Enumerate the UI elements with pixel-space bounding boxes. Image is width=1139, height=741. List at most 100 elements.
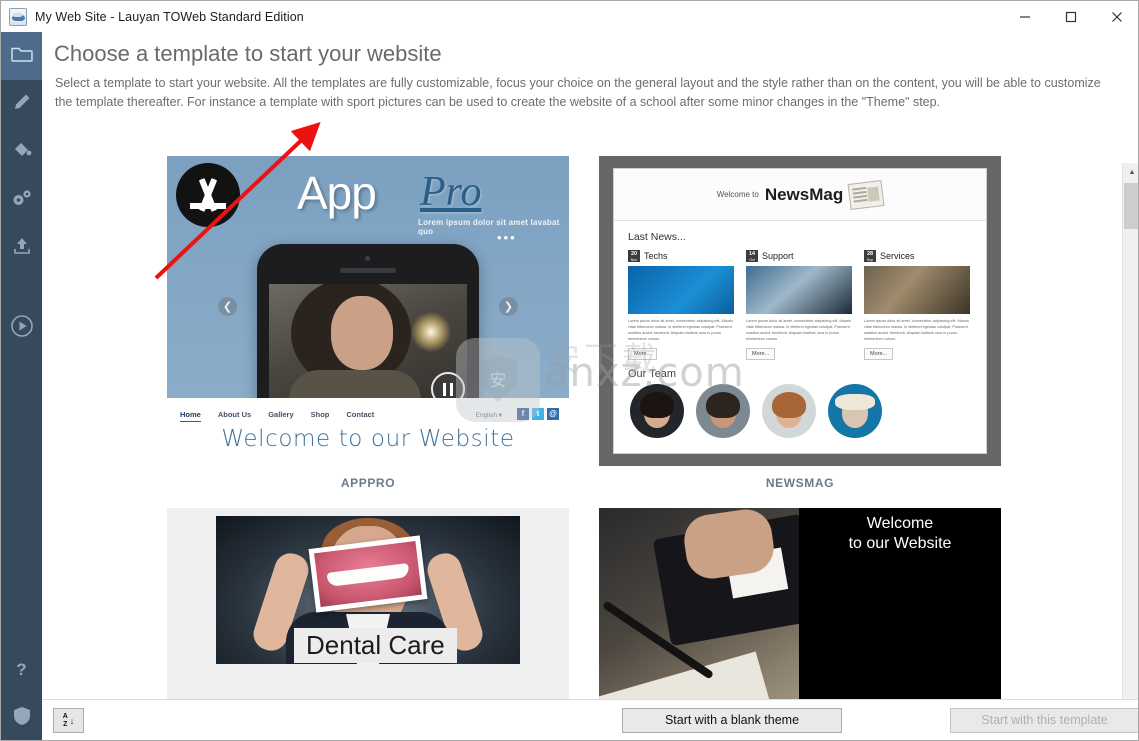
sort-arrow-down-icon: ↓: [69, 715, 75, 726]
sidebar-item-security[interactable]: [1, 694, 42, 740]
template-card-dental[interactable]: Dental Care: [167, 508, 569, 712]
sidebar-item-site[interactable]: [1, 32, 42, 80]
upload-icon: [12, 236, 32, 261]
newsmag-last-news-title: Last News...: [628, 231, 686, 243]
start-blank-theme-button[interactable]: Start with a blank theme: [622, 708, 842, 733]
carousel-prev-icon[interactable]: ❮: [218, 297, 237, 316]
content-area: Choose a template to start your website …: [42, 32, 1138, 740]
folder-icon: [10, 45, 33, 68]
news-column: 14 Oct Support Lorem ipsum dolor sit ame…: [746, 250, 852, 360]
mail-icon[interactable]: @: [547, 408, 559, 420]
news-column: 28 Sep Services Lorem ipsum dolor sit am…: [864, 250, 970, 360]
app-icon: [9, 7, 27, 26]
apppro-nav-links: Home About Us Gallery Shop Contact: [180, 410, 374, 422]
date-badge: 28 Sep: [864, 250, 876, 262]
news-column: 20 Nov Techs Lorem ipsum dolor sit amet,…: [628, 250, 734, 360]
vertical-scrollbar[interactable]: ▲ ▼: [1122, 163, 1138, 740]
appstore-badge-icon: [176, 163, 240, 227]
template-card-fundings[interactable]: Welcome to our Website Fundings Corp. Lo…: [599, 508, 1001, 712]
bottom-bar: AZ ↓ Start with a blank theme Start with…: [42, 699, 1138, 740]
newsmag-header: Welcome to NewsMag: [614, 169, 986, 221]
sidebar-item-publish[interactable]: [1, 224, 42, 272]
template-card-newsmag[interactable]: Welcome to NewsMag Last News... 20 Nov T…: [599, 156, 1001, 490]
news-title: Techs: [644, 251, 668, 261]
sidebar-item-theme[interactable]: [1, 128, 42, 176]
nav-item-home[interactable]: Home: [180, 410, 201, 422]
avatar: [762, 384, 816, 438]
more-button[interactable]: More...: [628, 348, 658, 360]
newsmag-team-title: Our Team: [628, 368, 677, 380]
template-thumbnail-fundings: Welcome to our Website Fundings Corp. Lo…: [599, 508, 1001, 712]
pencil-icon: [12, 92, 32, 117]
gears-icon: [11, 188, 33, 213]
carousel-next-icon[interactable]: ❯: [499, 297, 518, 316]
minimize-button[interactable]: [1002, 1, 1048, 32]
template-label-newsmag: NEWSMAG: [765, 476, 835, 490]
news-image: [746, 266, 852, 314]
paint-bucket-icon: [12, 140, 32, 165]
smile-photo-frame: [308, 535, 428, 613]
date-month: Nov: [630, 258, 638, 262]
date-month: Oct: [749, 258, 755, 262]
date-badge: 20 Nov: [628, 250, 640, 262]
sidebar-item-settings[interactable]: [1, 176, 42, 224]
templates-grid: App Pro Lorem ipsum dolor sit amet lavab…: [42, 132, 1123, 712]
newsmag-welcome-small: Welcome to: [716, 190, 759, 199]
more-button[interactable]: More...: [864, 348, 894, 360]
close-button[interactable]: [1094, 1, 1138, 32]
start-with-template-button: Start with this template: [950, 708, 1138, 733]
play-circle-icon: [10, 314, 34, 343]
nav-item-gallery[interactable]: Gallery: [268, 410, 293, 422]
scroll-up-button[interactable]: ▲: [1123, 163, 1138, 181]
nav-item-about[interactable]: About Us: [218, 410, 251, 422]
maximize-button[interactable]: [1048, 1, 1094, 32]
page-description: Select a template to start your website.…: [55, 76, 1101, 109]
title-bar: My Web Site - Lauyan TOWeb Standard Edit…: [1, 1, 1138, 32]
apppro-heading-1: App: [297, 167, 377, 219]
social-icons: f t @: [517, 408, 559, 420]
team-avatars: [630, 384, 986, 438]
apppro-site-nav: Home About Us Gallery Shop Contact Engli…: [167, 398, 569, 466]
avatar: [828, 384, 882, 438]
apppro-dots: •••: [497, 230, 517, 245]
apppro-welcome-text: Welcome to our Website: [221, 426, 515, 452]
left-sidebar: ?: [1, 32, 42, 740]
news-text: Lorem ipsum dolor sit amet, consectetur …: [746, 319, 851, 341]
nav-item-shop[interactable]: Shop: [311, 410, 330, 422]
fundings-welcome-line1: Welcome: [866, 515, 934, 532]
language-selector[interactable]: English ▾: [476, 411, 502, 419]
template-thumbnail-apppro: App Pro Lorem ipsum dolor sit amet lavab…: [167, 156, 569, 466]
more-button[interactable]: More...: [746, 348, 776, 360]
fundings-photo: [599, 508, 799, 712]
avatar: [696, 384, 750, 438]
date-month: Sep: [866, 258, 874, 262]
sort-az-label: AZ: [62, 713, 68, 728]
window-title: My Web Site - Lauyan TOWeb Standard Edit…: [35, 9, 304, 24]
template-label-apppro: APPPRO: [340, 476, 396, 490]
nav-item-contact[interactable]: Contact: [346, 410, 374, 422]
facebook-icon[interactable]: f: [517, 408, 529, 420]
newspaper-icon: [847, 179, 885, 210]
newsmag-columns: 20 Nov Techs Lorem ipsum dolor sit amet,…: [628, 250, 986, 360]
window-controls: [1002, 1, 1138, 32]
newsmag-welcome-big: NewsMag: [764, 184, 844, 204]
news-text: Lorem ipsum dolor sit amet, consectetur …: [628, 319, 733, 341]
template-card-apppro[interactable]: App Pro Lorem ipsum dolor sit amet lavab…: [167, 156, 569, 490]
sidebar-item-help[interactable]: ?: [1, 646, 42, 694]
sidebar-item-edit[interactable]: [1, 80, 42, 128]
date-badge: 14 Oct: [746, 250, 758, 262]
sidebar-bottom-group: ?: [1, 646, 42, 740]
templates-scroll-area[interactable]: App Pro Lorem ipsum dolor sit amet lavab…: [42, 132, 1123, 712]
scrollbar-thumb[interactable]: [1124, 183, 1138, 229]
twitter-icon[interactable]: t: [532, 408, 544, 420]
news-title: Services: [880, 251, 915, 261]
sidebar-item-preview[interactable]: [1, 304, 42, 352]
avatar: [630, 384, 684, 438]
template-thumbnail-dental: Dental Care: [167, 508, 569, 712]
question-mark-icon: ?: [16, 660, 27, 679]
news-image: [628, 266, 734, 314]
dental-caption: Dental Care: [294, 628, 457, 663]
apppro-heading-2: Pro: [420, 169, 482, 215]
sort-az-button[interactable]: AZ ↓: [53, 708, 84, 733]
application-window: My Web Site - Lauyan TOWeb Standard Edit…: [0, 0, 1139, 741]
